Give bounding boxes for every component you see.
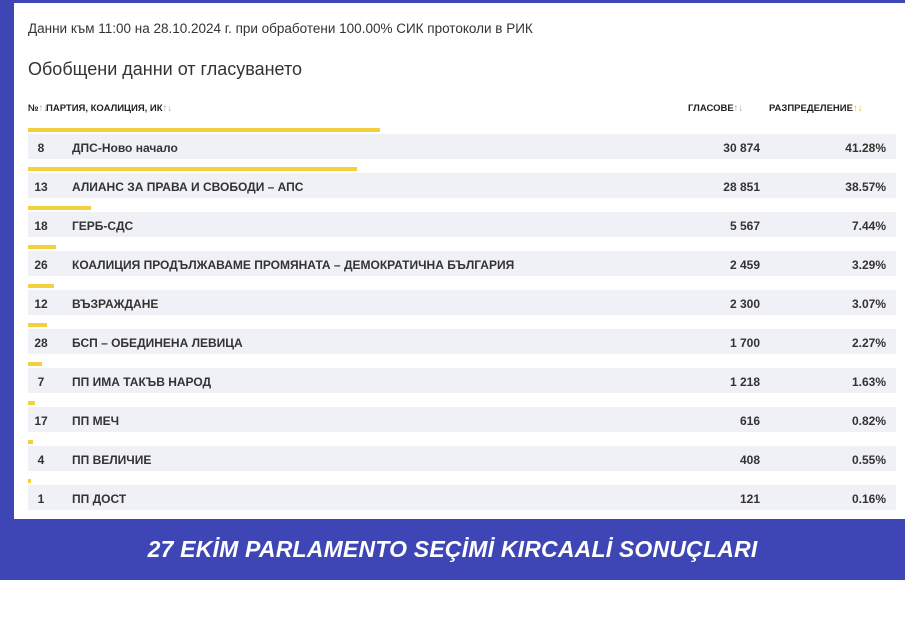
table-row[interactable]: 13 АЛИАНС ЗА ПРАВА И СВОБОДИ – АПС 28 851 3…: [28, 167, 896, 206]
share-bar: [28, 440, 33, 444]
vote-share: 2.27%: [851, 336, 886, 350]
party-number: 4: [37, 453, 45, 467]
party-name: ГЕРБ-СДС: [72, 219, 134, 233]
table-row[interactable]: 28 БСП – ОБЕДИНЕНА ЛЕВИЦА 1 700 2.27%: [28, 323, 896, 362]
vote-share: 3.29%: [851, 258, 886, 272]
blue-frame: Данни към 11:00 на 28.10.2024 г. при обр…: [0, 0, 905, 580]
column-party-label: ПАРТИЯ, КОАЛИЦИЯ, ИК: [46, 103, 163, 114]
party-name: ДПС-Ново начало: [72, 141, 178, 155]
sort-icon[interactable]: ↑↓: [163, 103, 173, 114]
party-number: 13: [34, 180, 48, 194]
vote-share: 38.57%: [845, 180, 886, 194]
votes-count: 1 700: [729, 336, 760, 350]
party-number: 28: [34, 336, 48, 350]
table-row[interactable]: 1 ПП ДОСТ 121 0.16%: [28, 479, 896, 518]
party-name: ПП ДОСТ: [72, 492, 127, 506]
results-panel: Данни към 11:00 на 28.10.2024 г. при обр…: [14, 3, 905, 519]
table-row[interactable]: 4 ПП ВЕЛИЧИЕ 408 0.55%: [28, 440, 896, 479]
vote-share: 3.07%: [851, 297, 886, 311]
party-name: КОАЛИЦИЯ ПРОДЪЛЖАВАМЕ ПРОМЯНАТА – ДЕМОКР…: [72, 258, 515, 272]
share-bar: [28, 479, 31, 483]
banner-title: 27 EKİM PARLAMENTO SEÇİMİ KIRCAALİ SONUÇ…: [147, 536, 758, 562]
table-row[interactable]: 8 ДПС-Ново начало 30 874 41.28%: [28, 128, 896, 167]
votes-count: 2 459: [729, 258, 760, 272]
party-name: ВЪЗРАЖДАНЕ: [72, 297, 159, 311]
share-bar: [28, 245, 57, 249]
section-heading: Обобщени данни от гласуването: [28, 59, 303, 79]
share-bar: [28, 362, 42, 366]
column-header-party[interactable]: ПАРТИЯ, КОАЛИЦИЯ, ИК↑↓: [46, 103, 172, 114]
results-table-body: 8 ДПС-Ново начало 30 874 41.28% 13 АЛИАНС ЗА …: [28, 128, 896, 518]
share-bar: [28, 206, 92, 210]
share-bar: [28, 128, 380, 132]
party-name: ПП МЕЧ: [72, 414, 120, 428]
votes-count: 28 851: [723, 180, 760, 194]
column-header-votes[interactable]: ГЛАСОВЕ↑↓: [688, 103, 743, 114]
party-number: 18: [34, 219, 48, 233]
party-number: 17: [34, 414, 48, 428]
column-share-label: РАЗПРЕДЕЛЕНИЕ: [769, 103, 853, 114]
share-bar: [28, 167, 357, 171]
votes-count: 30 874: [723, 141, 760, 155]
data-timestamp-info: Данни към 11:00 на 28.10.2024 г. при обр…: [28, 21, 533, 36]
party-number: 26: [34, 258, 48, 272]
vote-share: 0.55%: [851, 453, 886, 467]
vote-share: 7.44%: [851, 219, 886, 233]
title-banner: 27 EKİM PARLAMENTO SEÇİMİ KIRCAALİ SONUÇ…: [0, 519, 905, 580]
votes-count: 616: [739, 414, 760, 428]
share-bar: [28, 323, 48, 327]
party-name: АЛИАНС ЗА ПРАВА И СВОБОДИ – АПС: [72, 180, 304, 194]
row-background: [28, 485, 896, 510]
table-row[interactable]: 7 ПП ИМА ТАКЪВ НАРОД 1 218 1.63%: [28, 362, 896, 401]
column-votes-label: ГЛАСОВЕ: [688, 103, 734, 114]
votes-count: 121: [739, 492, 760, 506]
vote-share: 1.63%: [851, 375, 886, 389]
votes-count: 408: [739, 453, 760, 467]
votes-count: 1 218: [729, 375, 760, 389]
party-number: 8: [37, 141, 45, 155]
sort-icon[interactable]: ↑↓: [734, 103, 744, 114]
share-bar: [28, 284, 55, 288]
vote-share: 0.82%: [851, 414, 886, 428]
party-name: ПП ВЕЛИЧИЕ: [72, 453, 152, 467]
votes-count: 5 567: [729, 219, 760, 233]
column-header-share[interactable]: РАЗПРЕДЕЛЕНИЕ↑↓: [769, 103, 862, 114]
table-row[interactable]: 26 КОАЛИЦИЯ ПРОДЪЛЖАВАМЕ ПРОМЯНАТА – ДЕМО…: [28, 245, 896, 284]
table-row[interactable]: 12 ВЪЗРАЖДАНЕ 2 300 3.07%: [28, 284, 896, 323]
row-background: [28, 407, 896, 432]
table-row[interactable]: 17 ПП МЕЧ 616 0.82%: [28, 401, 896, 440]
party-number: 12: [34, 297, 48, 311]
row-background: [28, 446, 896, 471]
party-number: 1: [37, 492, 45, 506]
sort-active-icon[interactable]: ↑↓: [853, 103, 863, 114]
share-bar: [28, 401, 35, 405]
party-name: ПП ИМА ТАКЪВ НАРОД: [72, 375, 212, 389]
party-name: БСП – ОБЕДИНЕНА ЛЕВИЦА: [72, 336, 243, 350]
party-number: 7: [37, 375, 45, 389]
table-header: №↑↓ ПАРТИЯ, КОАЛИЦИЯ, ИК↑↓ ГЛАСОВЕ↑↓ РАЗ…: [28, 99, 896, 119]
table-row[interactable]: 18 ГЕРБ-СДС 5 567 7.44%: [28, 206, 896, 245]
vote-share: 41.28%: [845, 141, 886, 155]
votes-count: 2 300: [729, 297, 760, 311]
vote-share: 0.16%: [851, 492, 886, 506]
row-background: [28, 212, 896, 237]
column-number-label: №: [28, 103, 39, 114]
